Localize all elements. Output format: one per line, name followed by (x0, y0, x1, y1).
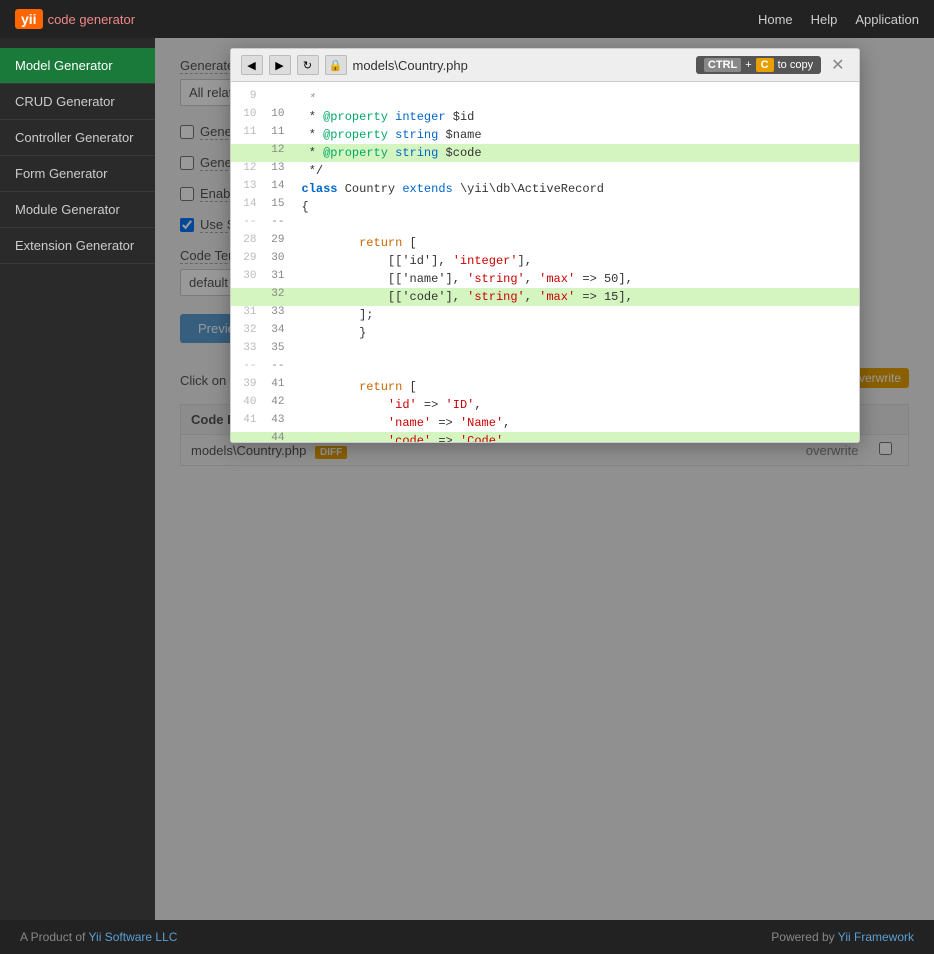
code-line: 1111 * @property string $name (231, 126, 859, 144)
top-nav: yii code generator Home Help Application (0, 0, 934, 38)
footer: A Product of Yii Software LLC Powered by… (0, 920, 934, 954)
code-line: 32 [['code'], 'string', 'max' => 15], (231, 288, 859, 306)
code-line: 3234 } (231, 324, 859, 342)
modal-title: models\Country.php (353, 58, 690, 73)
code-line: 3031 [['name'], 'string', 'max' => 50], (231, 270, 859, 288)
logo-text: code generator (48, 12, 135, 27)
modal-forward-button[interactable]: ▶ (269, 55, 291, 75)
logo: yii code generator (15, 9, 135, 29)
code-line: 3335 (231, 342, 859, 360)
footer-right: Powered by Yii Framework (771, 930, 914, 944)
modal-close-button[interactable]: ✕ (827, 55, 848, 75)
code-line: 1415 { (231, 198, 859, 216)
sidebar: Model Generator CRUD Generator Controlle… (0, 38, 155, 920)
sidebar-item-module-generator[interactable]: Module Generator (0, 192, 155, 228)
modal-overlay: ◀ ▶ ↻ 🔒 models\Country.php CTRL + C to c… (155, 38, 934, 920)
code-line: 1314 class Country extends \yii\db\Activ… (231, 180, 859, 198)
code-line: 2829 return [ (231, 234, 859, 252)
modal-body: 9 * 1010 * @property integer $id 1111 * … (231, 82, 859, 442)
code-line-separator: ---- (231, 360, 859, 378)
footer-left: A Product of Yii Software LLC (20, 930, 177, 944)
nav-home[interactable]: Home (758, 12, 793, 27)
sidebar-item-controller-generator[interactable]: Controller Generator (0, 120, 155, 156)
code-line: 4042 'id' => 'ID', (231, 396, 859, 414)
yii-logo: yii (15, 9, 43, 29)
code-line: 44 'code' => 'Code', (231, 432, 859, 442)
main-content: Generate Relations Generate Labels from … (155, 38, 934, 920)
modal-lock-button[interactable]: 🔒 (325, 55, 347, 75)
nav-help[interactable]: Help (811, 12, 838, 27)
code-line: 1213 */ (231, 162, 859, 180)
nav-links: Home Help Application (758, 12, 919, 27)
code-line: 3133 ]; (231, 306, 859, 324)
code-line: 1010 * @property integer $id (231, 108, 859, 126)
footer-framework-link[interactable]: Yii Framework (838, 930, 914, 944)
modal-back-button[interactable]: ◀ (241, 55, 263, 75)
sidebar-item-extension-generator[interactable]: Extension Generator (0, 228, 155, 264)
footer-yii-link[interactable]: Yii Software LLC (89, 930, 178, 944)
modal-reload-button[interactable]: ↻ (297, 55, 319, 75)
copy-hint: CTRL + C to copy (696, 56, 821, 74)
code-line: 4143 'name' => 'Name', (231, 414, 859, 432)
sidebar-item-model-generator[interactable]: Model Generator (0, 48, 155, 84)
code-line: 2930 [['id'], 'integer'], (231, 252, 859, 270)
code-line: 9 * (231, 90, 859, 108)
sidebar-item-crud-generator[interactable]: CRUD Generator (0, 84, 155, 120)
code-line: 3941 return [ (231, 378, 859, 396)
nav-application[interactable]: Application (855, 12, 919, 27)
layout: Model Generator CRUD Generator Controlle… (0, 38, 934, 920)
modal: ◀ ▶ ↻ 🔒 models\Country.php CTRL + C to c… (230, 48, 860, 443)
sidebar-item-form-generator[interactable]: Form Generator (0, 156, 155, 192)
modal-header: ◀ ▶ ↻ 🔒 models\Country.php CTRL + C to c… (231, 49, 859, 82)
code-line-separator: ---- (231, 216, 859, 234)
code-line: 12 * @property string $code (231, 144, 859, 162)
